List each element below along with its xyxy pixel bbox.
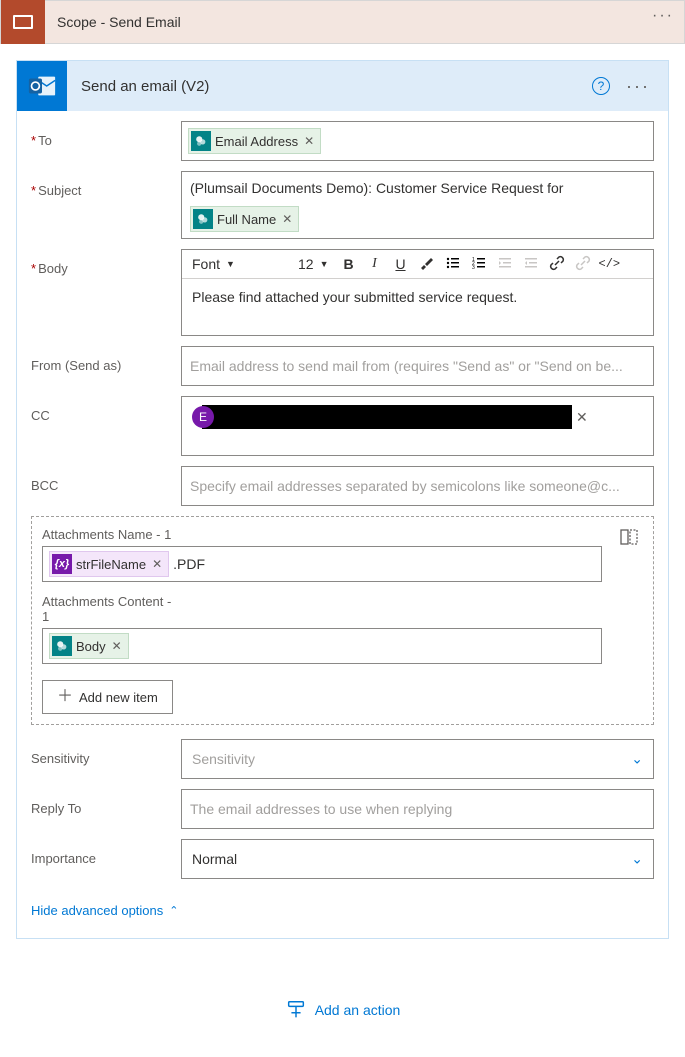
- content-area: Send an email (V2) ? ··· *To Email Addre…: [0, 44, 685, 1057]
- importance-value: Normal: [192, 851, 237, 867]
- action-body: *To Email Address ✕ *Subject: [17, 111, 668, 938]
- chevron-up-icon: ⌃: [169, 904, 178, 917]
- scope-header[interactable]: Scope - Send Email ···: [0, 0, 685, 44]
- outdent-button[interactable]: [495, 255, 515, 274]
- font-family-select[interactable]: Font▼: [188, 254, 288, 274]
- attach-name-input[interactable]: {x} strFileName ✕ .PDF: [42, 546, 602, 582]
- highlight-button[interactable]: [417, 255, 437, 274]
- cc-remove-icon[interactable]: ✕: [576, 409, 588, 426]
- subject-input[interactable]: (Plumsail Documents Demo): Customer Serv…: [181, 171, 654, 239]
- from-label: From (Send as): [31, 346, 181, 373]
- hide-advanced-toggle[interactable]: Hide advanced options ⌃: [31, 903, 178, 918]
- numbered-list-button[interactable]: 123: [469, 255, 489, 274]
- outlook-icon: [17, 61, 67, 111]
- svg-text:3: 3: [472, 265, 475, 271]
- bcc-input[interactable]: Specify email addresses separated by sem…: [181, 466, 654, 506]
- from-input[interactable]: Email address to send mail from (require…: [181, 346, 654, 386]
- sensitivity-label: Sensitivity: [31, 739, 181, 766]
- importance-select[interactable]: Normal ⌄: [181, 839, 654, 879]
- bold-button[interactable]: B: [339, 256, 359, 272]
- unlink-button[interactable]: [573, 255, 593, 274]
- code-view-button[interactable]: </>: [599, 257, 619, 271]
- cc-recipient-pill[interactable]: E: [202, 405, 572, 429]
- token-label: strFileName: [76, 557, 146, 572]
- token-remove-icon[interactable]: ✕: [280, 212, 294, 226]
- attach-name-token[interactable]: {x} strFileName ✕: [49, 551, 169, 577]
- italic-button[interactable]: I: [365, 256, 385, 272]
- action-header[interactable]: Send an email (V2) ? ···: [17, 61, 668, 111]
- cc-label: CC: [31, 396, 181, 423]
- fx-icon: {x}: [52, 554, 72, 574]
- to-label: *To: [31, 121, 181, 148]
- dynamic-content-icon: [193, 209, 213, 229]
- body-editor[interactable]: Font▼ 12▼ B I U: [181, 249, 654, 336]
- cc-input[interactable]: E ✕: [181, 396, 654, 456]
- subject-label: *Subject: [31, 171, 181, 198]
- importance-label: Importance: [31, 839, 181, 866]
- column-switch-icon[interactable]: [619, 527, 639, 547]
- bullet-list-button[interactable]: [443, 255, 463, 274]
- scope-icon: [1, 0, 45, 44]
- to-token[interactable]: Email Address ✕: [188, 128, 321, 154]
- attachments-section: Attachments Name - 1 {x} strFileName ✕ .…: [31, 516, 654, 725]
- attach-content-token[interactable]: Body ✕: [49, 633, 129, 659]
- rte-toolbar: Font▼ 12▼ B I U: [182, 250, 653, 279]
- chevron-down-icon: ⌄: [631, 751, 643, 768]
- bcc-placeholder: Specify email addresses separated by sem…: [190, 478, 645, 494]
- from-placeholder: Email address to send mail from (require…: [190, 358, 645, 374]
- dynamic-content-icon: [52, 636, 72, 656]
- replyto-placeholder: The email addresses to use when replying: [190, 801, 645, 817]
- token-remove-icon[interactable]: ✕: [110, 639, 124, 653]
- attach-name-label: Attachments Name - 1: [42, 527, 643, 542]
- link-button[interactable]: [547, 255, 567, 274]
- add-new-item-button[interactable]: ＋ Add new item: [42, 680, 173, 714]
- avatar: E: [192, 406, 214, 428]
- replyto-input[interactable]: The email addresses to use when replying: [181, 789, 654, 829]
- token-remove-icon[interactable]: ✕: [302, 134, 316, 148]
- underline-button[interactable]: U: [391, 256, 411, 272]
- to-input[interactable]: Email Address ✕: [181, 121, 654, 161]
- token-label: Body: [76, 639, 106, 654]
- send-email-card: Send an email (V2) ? ··· *To Email Addre…: [16, 60, 669, 939]
- attach-content-label: Attachments Content - 1: [42, 594, 172, 624]
- scope-title: Scope - Send Email: [45, 14, 181, 30]
- token-label: Email Address: [215, 134, 298, 149]
- body-content[interactable]: Please find attached your submitted serv…: [182, 279, 653, 335]
- add-action-button[interactable]: Add an action: [16, 999, 669, 1041]
- token-remove-icon[interactable]: ✕: [150, 557, 164, 571]
- action-title: Send an email (V2): [67, 78, 209, 95]
- attach-name-suffix: .PDF: [173, 556, 205, 572]
- scope-menu-button[interactable]: ···: [652, 7, 674, 25]
- sensitivity-select[interactable]: Sensitivity ⌄: [181, 739, 654, 779]
- attach-content-input[interactable]: Body ✕: [42, 628, 602, 664]
- dynamic-content-icon: [191, 131, 211, 151]
- token-label: Full Name: [217, 212, 276, 227]
- chevron-down-icon: ⌄: [631, 851, 643, 868]
- plus-icon: ＋: [57, 689, 73, 705]
- subject-token[interactable]: Full Name ✕: [190, 206, 299, 232]
- add-action-icon: [285, 999, 307, 1021]
- body-label: *Body: [31, 249, 181, 276]
- bcc-label: BCC: [31, 466, 181, 493]
- subject-text: (Plumsail Documents Demo): Customer Serv…: [190, 178, 645, 198]
- replyto-label: Reply To: [31, 789, 181, 816]
- sensitivity-placeholder: Sensitivity: [192, 751, 255, 767]
- indent-button[interactable]: [521, 255, 541, 274]
- action-menu-button[interactable]: ···: [626, 76, 650, 97]
- help-icon[interactable]: ?: [592, 77, 610, 95]
- font-size-select[interactable]: 12▼: [294, 254, 333, 274]
